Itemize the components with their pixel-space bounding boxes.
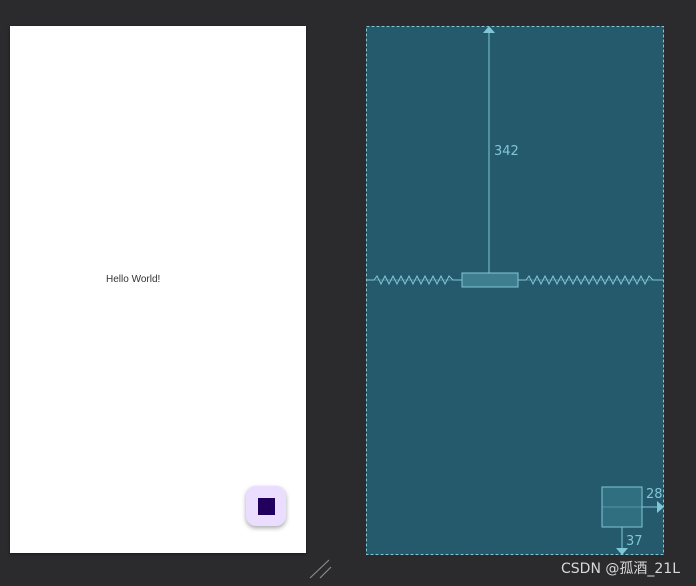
- margin-top-label: 342: [494, 144, 519, 159]
- design-preview: Hello World!: [10, 26, 306, 553]
- stop-square-icon: [257, 497, 275, 515]
- hello-world-textview[interactable]: Hello World!: [106, 274, 160, 285]
- watermark: CSDN @孤酒_21L: [561, 561, 680, 577]
- margin-bottom-label: 37: [626, 534, 643, 549]
- blueprint-canvas: [366, 26, 664, 555]
- margin-right-label: 28: [646, 487, 663, 502]
- blueprint-view: 342 28 37: [366, 26, 664, 555]
- resize-handle[interactable]: [309, 558, 333, 580]
- floating-action-button[interactable]: [246, 486, 286, 526]
